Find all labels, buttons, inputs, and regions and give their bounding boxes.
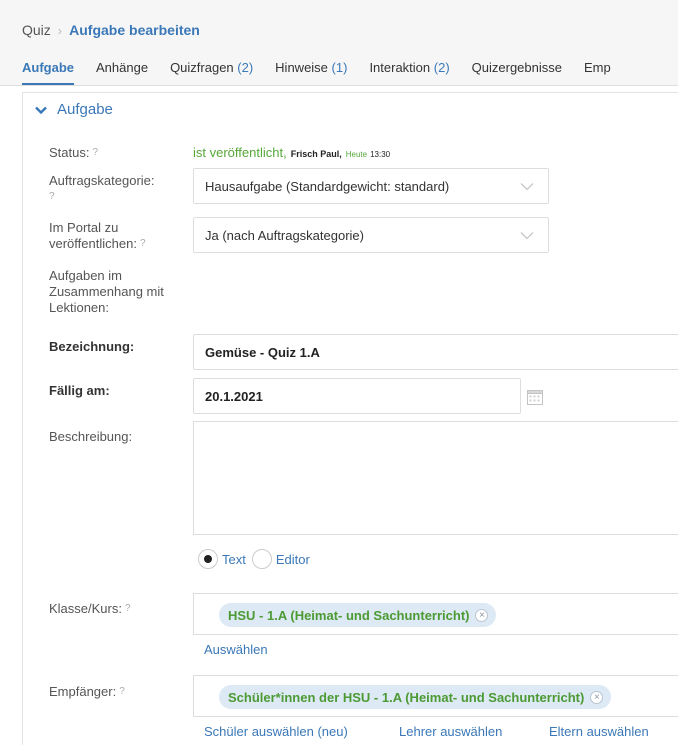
- portal-label: Im Portal zu veröffentlichen:?: [49, 220, 146, 251]
- class-tag-input[interactable]: HSU - 1.A (Heimat- und Sachunterricht) ×: [193, 593, 678, 635]
- recipients-tag: Schüler*innen der HSU - 1.A (Heimat- und…: [219, 685, 612, 709]
- tab-label: Quizfragen: [170, 60, 234, 75]
- tab-label: Interaktion: [369, 60, 431, 75]
- editor-mode-label[interactable]: Editor: [276, 552, 310, 567]
- tab-label: Aufgabe: [22, 60, 74, 75]
- recipients-tag-input[interactable]: Schüler*innen der HSU - 1.A (Heimat- und…: [193, 675, 678, 717]
- due-value: 20.1.2021: [205, 388, 263, 404]
- section-toggle[interactable]: Aufgabe: [35, 101, 113, 118]
- select-teachers-link[interactable]: Lehrer auswählen: [399, 724, 502, 739]
- tab-label: Hinweise: [275, 60, 328, 75]
- status-today: Heute: [345, 150, 368, 159]
- help-icon[interactable]: ?: [92, 147, 98, 158]
- status-value: ist veröffentlicht, Frisch Paul, Heute 1…: [193, 145, 390, 160]
- help-icon[interactable]: ?: [125, 603, 131, 614]
- tab-label: Quizergebnisse: [471, 60, 562, 75]
- status-user: Frisch Paul,: [290, 149, 342, 159]
- tab-bar: Aufgabe Anhänge Quizfragen (2) Hinweise …: [0, 60, 678, 85]
- tab-count: (2): [237, 60, 254, 75]
- tab-count: (2): [433, 60, 450, 75]
- radio-selected-dot: [204, 555, 212, 563]
- recipients-tag-label: Schüler*innen der HSU - 1.A (Heimat- und…: [228, 689, 585, 705]
- tab-label: Anhänge: [96, 60, 149, 75]
- lessons-label: Aufgaben im Zusammenhang mit Lektionen:: [49, 268, 164, 315]
- description-textarea[interactable]: [193, 421, 678, 535]
- description-mode: Text Editor: [198, 549, 316, 569]
- text-mode-label[interactable]: Text: [222, 552, 246, 567]
- status-label: Status:?: [49, 145, 99, 160]
- help-icon[interactable]: ?: [119, 686, 125, 697]
- portal-value: Ja (nach Auftragskategorie): [205, 227, 364, 243]
- category-label: Auftragskategorie:?: [49, 173, 155, 202]
- status-time: 13:30: [370, 150, 391, 159]
- tab-interaktion[interactable]: Interaktion (2): [369, 60, 449, 85]
- name-input[interactable]: Gemüse - Quiz 1.A: [193, 334, 678, 370]
- recipients-label: Empfänger:?: [49, 684, 125, 699]
- tab-count: (1): [331, 60, 348, 75]
- category-value: Hausaufgabe (Standardgewicht: standard): [205, 178, 450, 194]
- section-title: Aufgabe: [57, 101, 113, 118]
- tab-anhaenge[interactable]: Anhänge: [96, 60, 148, 85]
- help-icon[interactable]: ?: [49, 191, 55, 202]
- due-date-input[interactable]: 20.1.2021: [193, 378, 521, 414]
- status-text: ist veröffentlicht,: [193, 145, 287, 160]
- select-parents-link[interactable]: Eltern auswählen: [549, 724, 649, 739]
- text-mode-radio[interactable]: [198, 549, 218, 569]
- tab-empfaenger[interactable]: Emp: [584, 60, 611, 85]
- tab-hinweise[interactable]: Hinweise (1): [275, 60, 347, 85]
- breadcrumb: Quiz › Aufgabe bearbeiten: [22, 22, 200, 38]
- tab-quizfragen[interactable]: Quizfragen (2): [170, 60, 253, 85]
- editor-mode-radio[interactable]: [251, 549, 272, 569]
- select-class-link[interactable]: Auswählen: [204, 642, 268, 657]
- chevron-down-icon: [520, 232, 534, 240]
- chevron-down-icon: [35, 106, 47, 114]
- breadcrumb-quiz-link[interactable]: Quiz: [22, 22, 51, 38]
- remove-tag-icon[interactable]: ×: [590, 690, 604, 704]
- remove-tag-icon[interactable]: ×: [475, 608, 489, 622]
- tab-quizergebnisse[interactable]: Quizergebnisse: [472, 60, 562, 85]
- breadcrumb-separator-icon: ›: [57, 22, 63, 38]
- class-label: Klasse/Kurs:?: [49, 601, 131, 616]
- name-value: Gemüse - Quiz 1.A: [205, 344, 320, 360]
- help-icon[interactable]: ?: [140, 238, 146, 249]
- category-select[interactable]: Hausaufgabe (Standardgewicht: standard): [193, 168, 549, 204]
- calendar-icon[interactable]: [527, 389, 543, 405]
- description-label: Beschreibung:: [49, 429, 133, 444]
- tab-label: Emp: [583, 60, 611, 75]
- tab-aufgabe[interactable]: Aufgabe: [22, 60, 74, 85]
- portal-select[interactable]: Ja (nach Auftragskategorie): [193, 217, 549, 253]
- due-label: Fällig am:: [49, 383, 110, 398]
- chevron-down-icon: [520, 183, 534, 191]
- select-students-link[interactable]: Schüler auswählen (neu): [204, 724, 348, 739]
- class-tag-label: HSU - 1.A (Heimat- und Sachunterricht): [228, 607, 470, 623]
- name-label: Bezeichnung:: [49, 339, 135, 354]
- tabs-divider: [0, 85, 678, 86]
- breadcrumb-current: Aufgabe bearbeiten: [69, 22, 200, 38]
- class-tag: HSU - 1.A (Heimat- und Sachunterricht) ×: [219, 603, 497, 627]
